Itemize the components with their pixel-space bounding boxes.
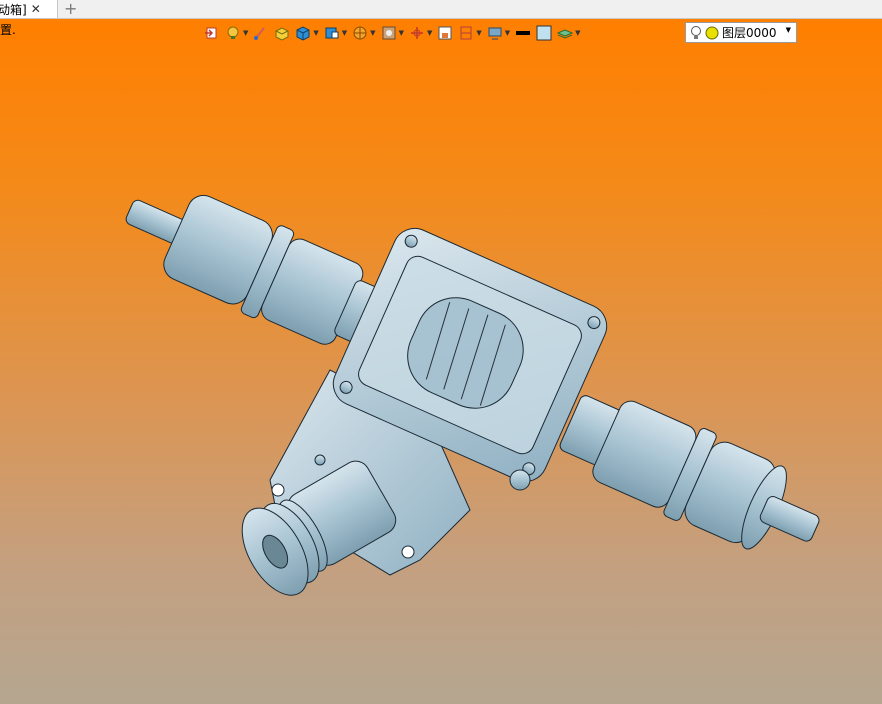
gearbox-model (125, 194, 820, 596)
clip-icon[interactable]: ▼ (458, 25, 482, 41)
close-icon[interactable]: ✕ (31, 2, 41, 16)
light-bulb-icon[interactable]: ▼ (225, 25, 248, 41)
tab-bar: 动箱] ✕ + (0, 0, 882, 19)
layer-name: 图层0000 (722, 26, 777, 40)
axis-icon[interactable]: ▼ (409, 25, 432, 41)
section-icon[interactable] (437, 25, 453, 41)
box-edit-icon[interactable] (274, 25, 290, 41)
fill-color-icon[interactable] (536, 25, 552, 41)
brush-icon[interactable] (253, 25, 269, 41)
document-tab[interactable]: 动箱] ✕ (0, 0, 58, 18)
layer-dropdown[interactable]: 图层0000 ▼ (685, 22, 797, 43)
sphere-icon[interactable]: ▼ (352, 25, 376, 41)
exit-icon[interactable] (204, 25, 220, 41)
light-bulb-icon (691, 25, 701, 39)
3d-viewport[interactable] (0, 19, 882, 704)
display-icon[interactable]: ▼ (487, 25, 510, 41)
line-color-icon[interactable] (515, 25, 531, 41)
cube-view-icon[interactable]: ▼ (324, 25, 347, 41)
chevron-down-icon[interactable]: ▼ (786, 26, 791, 34)
command-prompt: 置. (0, 23, 16, 37)
view-toolbar: ▼ ▼ ▼ ▼ ▼ ▼ ▼ ▼ ▼ (204, 22, 586, 44)
cube-icon[interactable]: ▼ (295, 25, 319, 41)
layer-color-icon (705, 26, 719, 39)
tab-label: 动箱] (0, 2, 27, 17)
layer-stack-icon[interactable]: ▼ (557, 25, 581, 41)
add-tab-icon[interactable]: + (64, 0, 77, 18)
render-icon[interactable]: ▼ (381, 25, 404, 41)
